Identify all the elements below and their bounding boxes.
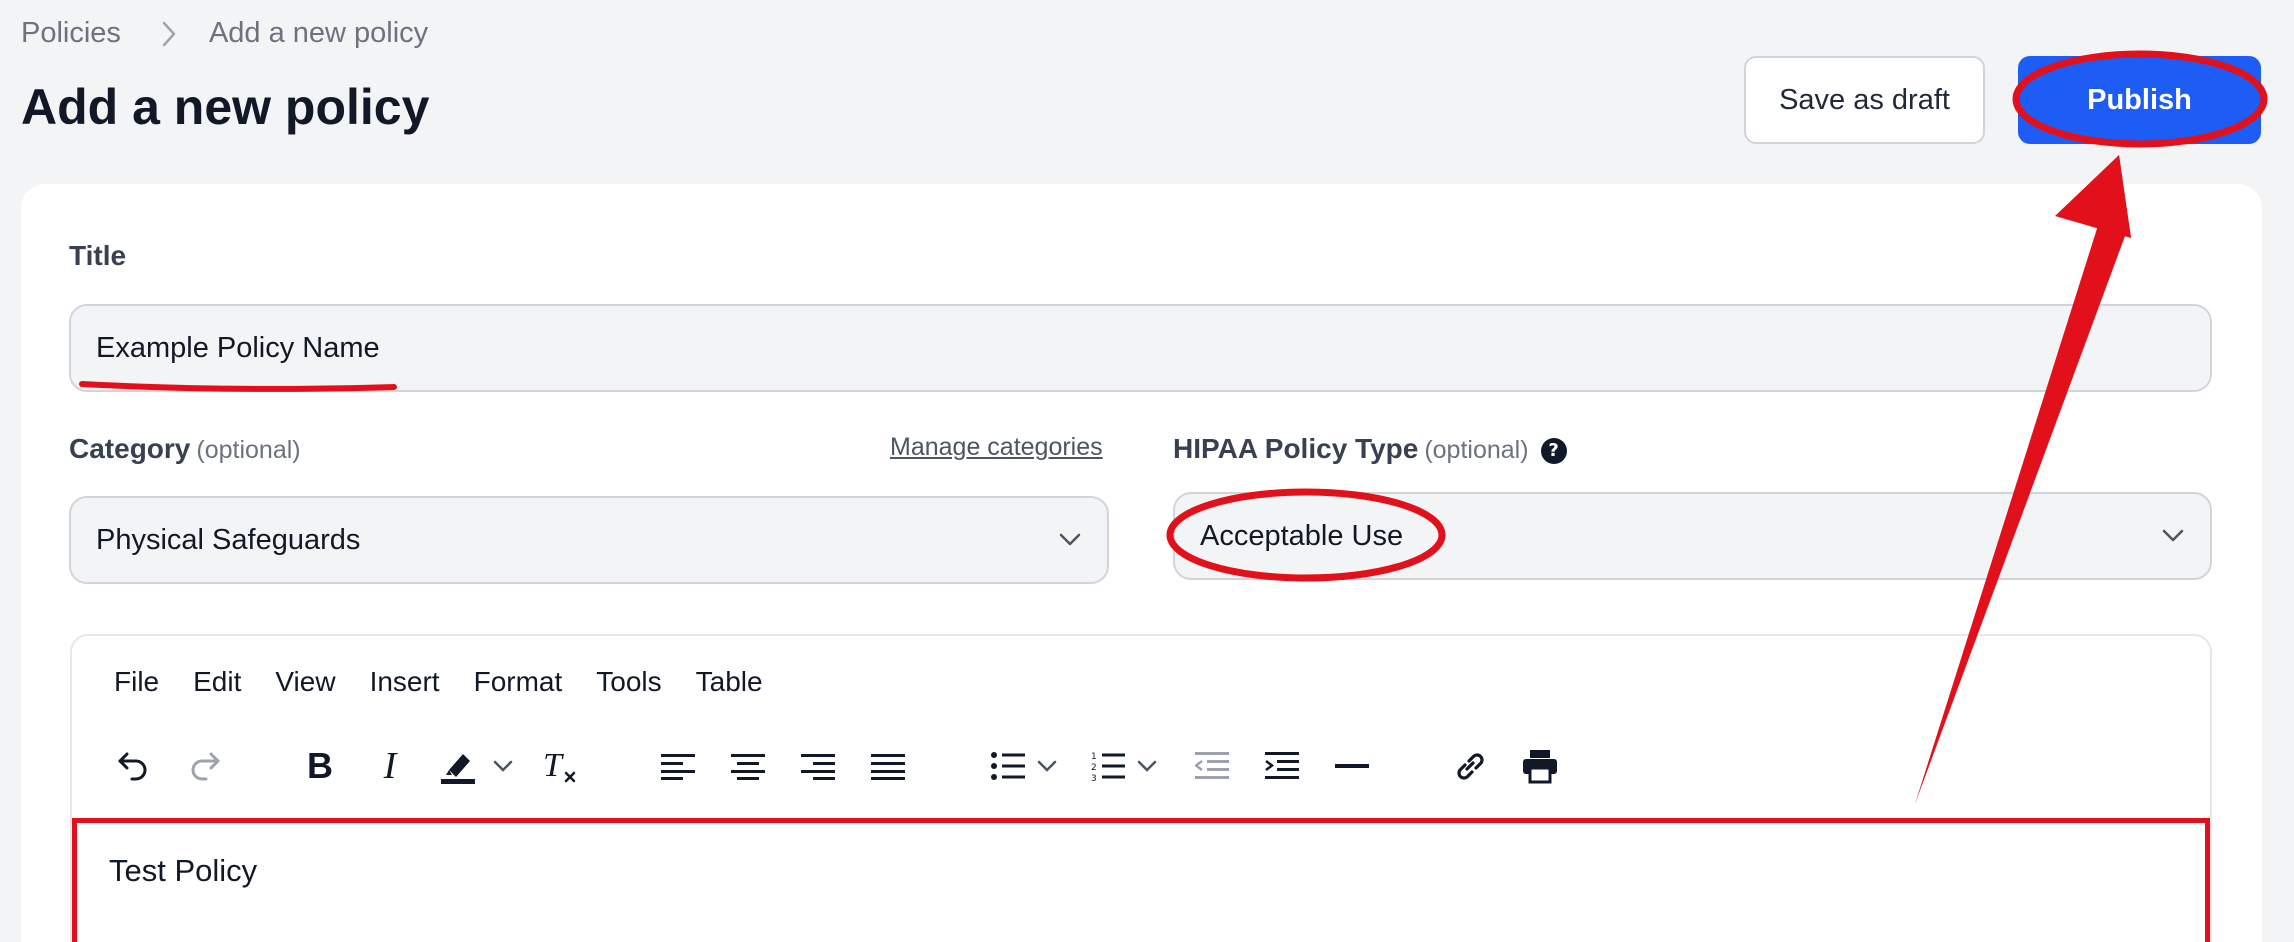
bold-icon[interactable]: B (298, 736, 342, 796)
print-icon[interactable] (1518, 736, 1562, 796)
align-right-icon[interactable] (796, 736, 840, 796)
link-icon[interactable] (1448, 736, 1492, 796)
svg-text:T: T (543, 747, 564, 784)
menu-edit[interactable]: Edit (193, 666, 241, 698)
menu-file[interactable]: File (114, 666, 159, 698)
editor-toolbar: B I T 1 2 3 (72, 736, 2210, 796)
svg-text:1: 1 (1091, 752, 1097, 762)
redo-icon[interactable] (180, 736, 230, 796)
hipaa-optional: (optional) (1424, 436, 1529, 464)
menu-insert[interactable]: Insert (370, 666, 440, 698)
highlight-icon[interactable] (434, 736, 484, 796)
chevron-down-icon (1059, 533, 1081, 547)
category-label: Category (optional) (69, 433, 301, 464)
hipaa-type-label: HIPAA Policy Type (optional)? (1173, 433, 1567, 465)
title-label: Title (69, 240, 127, 271)
justify-icon[interactable] (866, 736, 910, 796)
category-select-value: Physical Safeguards (96, 523, 361, 556)
breadcrumb-current: Add a new policy (208, 17, 429, 49)
title-input[interactable]: Example Policy Name (69, 304, 2212, 392)
highlight-dropdown-chevron-icon[interactable] (490, 736, 516, 796)
italic-icon[interactable]: I (368, 736, 412, 796)
editor-content-text: Test Policy (109, 853, 258, 888)
indent-icon[interactable] (1260, 736, 1304, 796)
chevron-down-icon (2162, 529, 2184, 543)
breadcrumb-policies-link[interactable]: Policies (21, 17, 121, 50)
editor-content-area[interactable]: Test Policy (72, 818, 2210, 942)
svg-text:2: 2 (1091, 763, 1097, 773)
category-optional: (optional) (196, 436, 301, 464)
hipaa-type-value: Acceptable Use (1200, 519, 1404, 552)
save-draft-button[interactable]: Save as draft (1744, 56, 1985, 144)
breadcrumb: Policies Add a new policy (21, 17, 428, 50)
align-center-icon[interactable] (726, 736, 770, 796)
menu-table[interactable]: Table (696, 666, 763, 698)
manage-categories-link[interactable]: Manage categories (890, 433, 1103, 462)
menu-format[interactable]: Format (474, 666, 563, 698)
clear-formatting-icon[interactable]: T (538, 736, 582, 796)
hipaa-type-select[interactable]: Acceptable Use (1173, 492, 2212, 580)
align-left-icon[interactable] (656, 736, 700, 796)
horizontal-rule-icon[interactable] (1330, 736, 1374, 796)
category-select[interactable]: Physical Safeguards (69, 496, 1109, 584)
editor-menubar: File Edit View Insert Format Tools Table (114, 666, 797, 698)
undo-icon[interactable] (108, 736, 158, 796)
outdent-icon[interactable] (1190, 736, 1234, 796)
help-icon[interactable]: ? (1540, 437, 1567, 464)
bullet-list-dropdown-chevron-icon[interactable] (1034, 736, 1060, 796)
title-input-value: Example Policy Name (96, 331, 380, 364)
publish-button[interactable]: Publish (2018, 56, 2261, 144)
page-title: Add a new policy (21, 79, 430, 135)
numbered-list-dropdown-chevron-icon[interactable] (1134, 736, 1160, 796)
chevron-right-icon (161, 20, 177, 48)
menu-tools[interactable]: Tools (596, 666, 661, 698)
numbered-list-icon[interactable]: 123 (1086, 736, 1130, 796)
menu-view[interactable]: View (275, 666, 335, 698)
bullet-list-icon[interactable] (986, 736, 1030, 796)
svg-text:3: 3 (1091, 774, 1097, 782)
